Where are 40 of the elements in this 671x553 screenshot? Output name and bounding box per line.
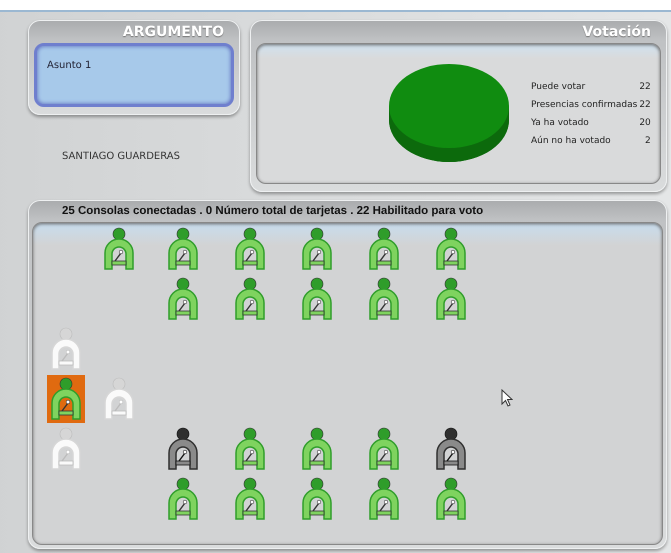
person-icon [50,327,82,371]
person-icon [103,377,135,421]
consoles-summary: 25 Consolas conectadas . 0 Número total de tarjetas . 22 Habilitado para voto [61,204,484,219]
person-icon [234,427,266,471]
person-icon [166,277,198,321]
person-icon [368,427,400,471]
person-icon [300,277,332,321]
console-seat[interactable] [47,375,85,423]
stat-value: 2 [644,136,651,146]
cursor-icon [501,389,513,407]
argument-title: ARGUMENTO [122,23,225,42]
person-icon [300,427,332,471]
person-icon [234,277,266,321]
stat-label: Presencias confirmadas [531,100,638,110]
stat-value: 22 [639,100,651,110]
person-icon [234,477,266,521]
subject-field[interactable]: Asunto 1 [34,43,234,107]
person-icon [166,427,198,471]
stat-value: 22 [639,82,651,92]
person-icon [434,477,466,521]
stat-value: 20 [639,118,651,128]
person-icon [434,227,466,271]
person-icon [300,477,332,521]
person-icon [166,477,198,521]
stat-label: Ya ha votado [531,118,590,128]
person-icon [368,227,400,271]
person-icon [50,427,82,471]
person-icon [234,227,266,271]
person-icon [434,427,466,471]
stat-label: Puede votar [531,82,586,92]
person-icon [434,277,466,321]
speaker-name: SANTIAGO GUARDERAS [62,151,181,162]
stat-label: Aún no ha votado [531,136,612,146]
person-icon [300,227,332,271]
person-icon [368,477,400,521]
person-icon [368,277,400,321]
person-icon [103,227,135,271]
person-icon [166,227,198,271]
person-icon [50,377,82,421]
voting-title: Votación [581,23,652,42]
